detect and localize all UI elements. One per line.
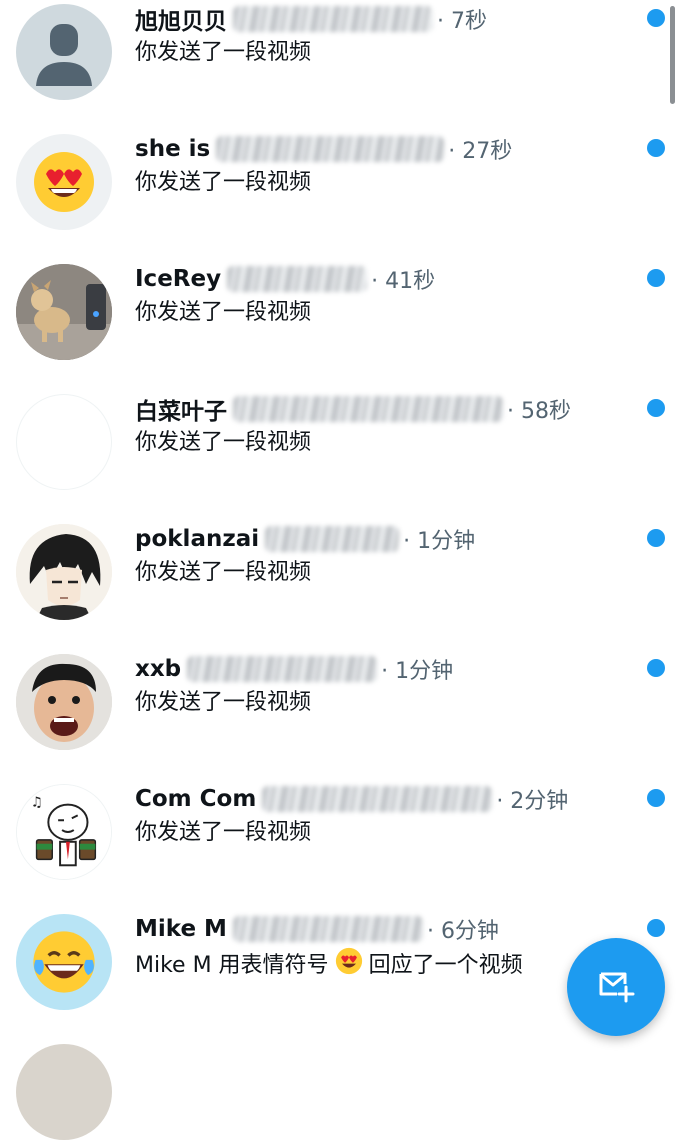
- dog-photo-avatar[interactable]: [16, 264, 112, 360]
- message-preview: 你发送了一段视频: [135, 300, 312, 325]
- preview-suffix: 回应了一个视频: [368, 953, 523, 978]
- name-line: Com Com · 2分钟: [135, 783, 568, 815]
- conversation-row[interactable]: IceRey · 41秒 你发送了一段视频: [0, 260, 681, 390]
- redacted-handle: [232, 916, 423, 942]
- timestamp: · 41秒: [371, 269, 436, 294]
- redacted-handle: [227, 266, 368, 292]
- preview-prefix: Mike M 用表情符号: [135, 953, 329, 978]
- unread-dot: [647, 919, 665, 937]
- conversation-row[interactable]: ♫ Com Com · 2分钟 你发送了一段视频: [0, 780, 681, 910]
- screaming-face-photo-avatar[interactable]: [16, 654, 112, 750]
- timestamp: · 6分钟: [426, 919, 499, 944]
- conversation-row-partial[interactable]: [0, 1040, 681, 1140]
- sender-name: poklanzai: [135, 526, 260, 552]
- sender-name: 旭旭贝贝: [135, 9, 227, 35]
- anime-character-avatar[interactable]: [16, 524, 112, 620]
- sender-name: she is: [135, 136, 211, 162]
- name-line: IceRey · 41秒: [135, 263, 435, 295]
- name-line: Mike M · 6分钟: [135, 913, 499, 945]
- message-preview: 你发送了一段视频: [135, 560, 312, 585]
- sender-name: xxb: [135, 656, 182, 682]
- timestamp: · 27秒: [448, 139, 513, 164]
- unread-dot: [647, 9, 665, 27]
- redacted-handle: [265, 526, 400, 552]
- redacted-handle: [233, 396, 503, 422]
- laughing-tears-emoji-avatar[interactable]: [16, 914, 112, 1010]
- sender-name: Mike M: [135, 916, 227, 942]
- timestamp: · 58秒: [507, 399, 571, 424]
- timestamp: · 2分钟: [496, 789, 569, 814]
- timestamp: · 7秒: [437, 9, 487, 34]
- redacted-handle: [187, 656, 378, 682]
- unread-dot: [647, 139, 665, 157]
- message-preview: 你发送了一段视频: [135, 170, 312, 195]
- unread-dot: [647, 659, 665, 677]
- redacted-handle: [233, 6, 433, 32]
- timestamp: · 1分钟: [403, 529, 476, 554]
- partial-avatar: [16, 1044, 112, 1140]
- scrollbar[interactable]: [670, 6, 675, 104]
- message-preview: 你发送了一段视频: [135, 820, 312, 845]
- sender-name: Com Com: [135, 786, 257, 812]
- default-avatar-icon[interactable]: [16, 4, 112, 100]
- unread-dot: [647, 529, 665, 547]
- heart-eyes-emoji-icon: [335, 947, 363, 985]
- unread-dot: [647, 789, 665, 807]
- sender-name: IceRey: [135, 266, 222, 292]
- cartoon-coffee-avatar[interactable]: ♫: [16, 784, 112, 880]
- redacted-handle: [216, 136, 445, 162]
- message-preview: 你发送了一段视频: [135, 430, 312, 455]
- message-preview: 你发送了一段视频: [135, 690, 312, 715]
- sender-name: 白菜叶子: [135, 399, 227, 425]
- blank-white-avatar[interactable]: [16, 394, 112, 490]
- name-line: 旭旭贝贝 · 7秒: [135, 3, 487, 35]
- unread-dot: [647, 399, 665, 417]
- heart-eyes-emoji-avatar[interactable]: [16, 134, 112, 230]
- name-line: xxb · 1分钟: [135, 653, 453, 685]
- name-line: poklanzai · 1分钟: [135, 523, 475, 555]
- redacted-handle: [262, 786, 493, 812]
- message-preview: Mike M 用表情符号 回应了一个视频: [135, 947, 523, 979]
- new-message-button[interactable]: [567, 938, 665, 1036]
- unread-dot: [647, 269, 665, 287]
- conversation-row[interactable]: poklanzai · 1分钟 你发送了一段视频: [0, 520, 681, 650]
- message-preview: 你发送了一段视频: [135, 40, 312, 65]
- conversation-row[interactable]: xxb · 1分钟 你发送了一段视频: [0, 650, 681, 780]
- new-message-icon: [596, 965, 636, 1009]
- svg-text:♫: ♫: [31, 795, 43, 811]
- name-line: 白菜叶子 · 58秒: [135, 393, 571, 425]
- name-line: she is · 27秒: [135, 133, 512, 165]
- conversation-row[interactable]: 白菜叶子 · 58秒 你发送了一段视频: [0, 390, 681, 520]
- timestamp: · 1分钟: [381, 659, 454, 684]
- conversation-row[interactable]: she is · 27秒 你发送了一段视频: [0, 130, 681, 260]
- conversation-row[interactable]: 旭旭贝贝 · 7秒 你发送了一段视频: [0, 0, 681, 130]
